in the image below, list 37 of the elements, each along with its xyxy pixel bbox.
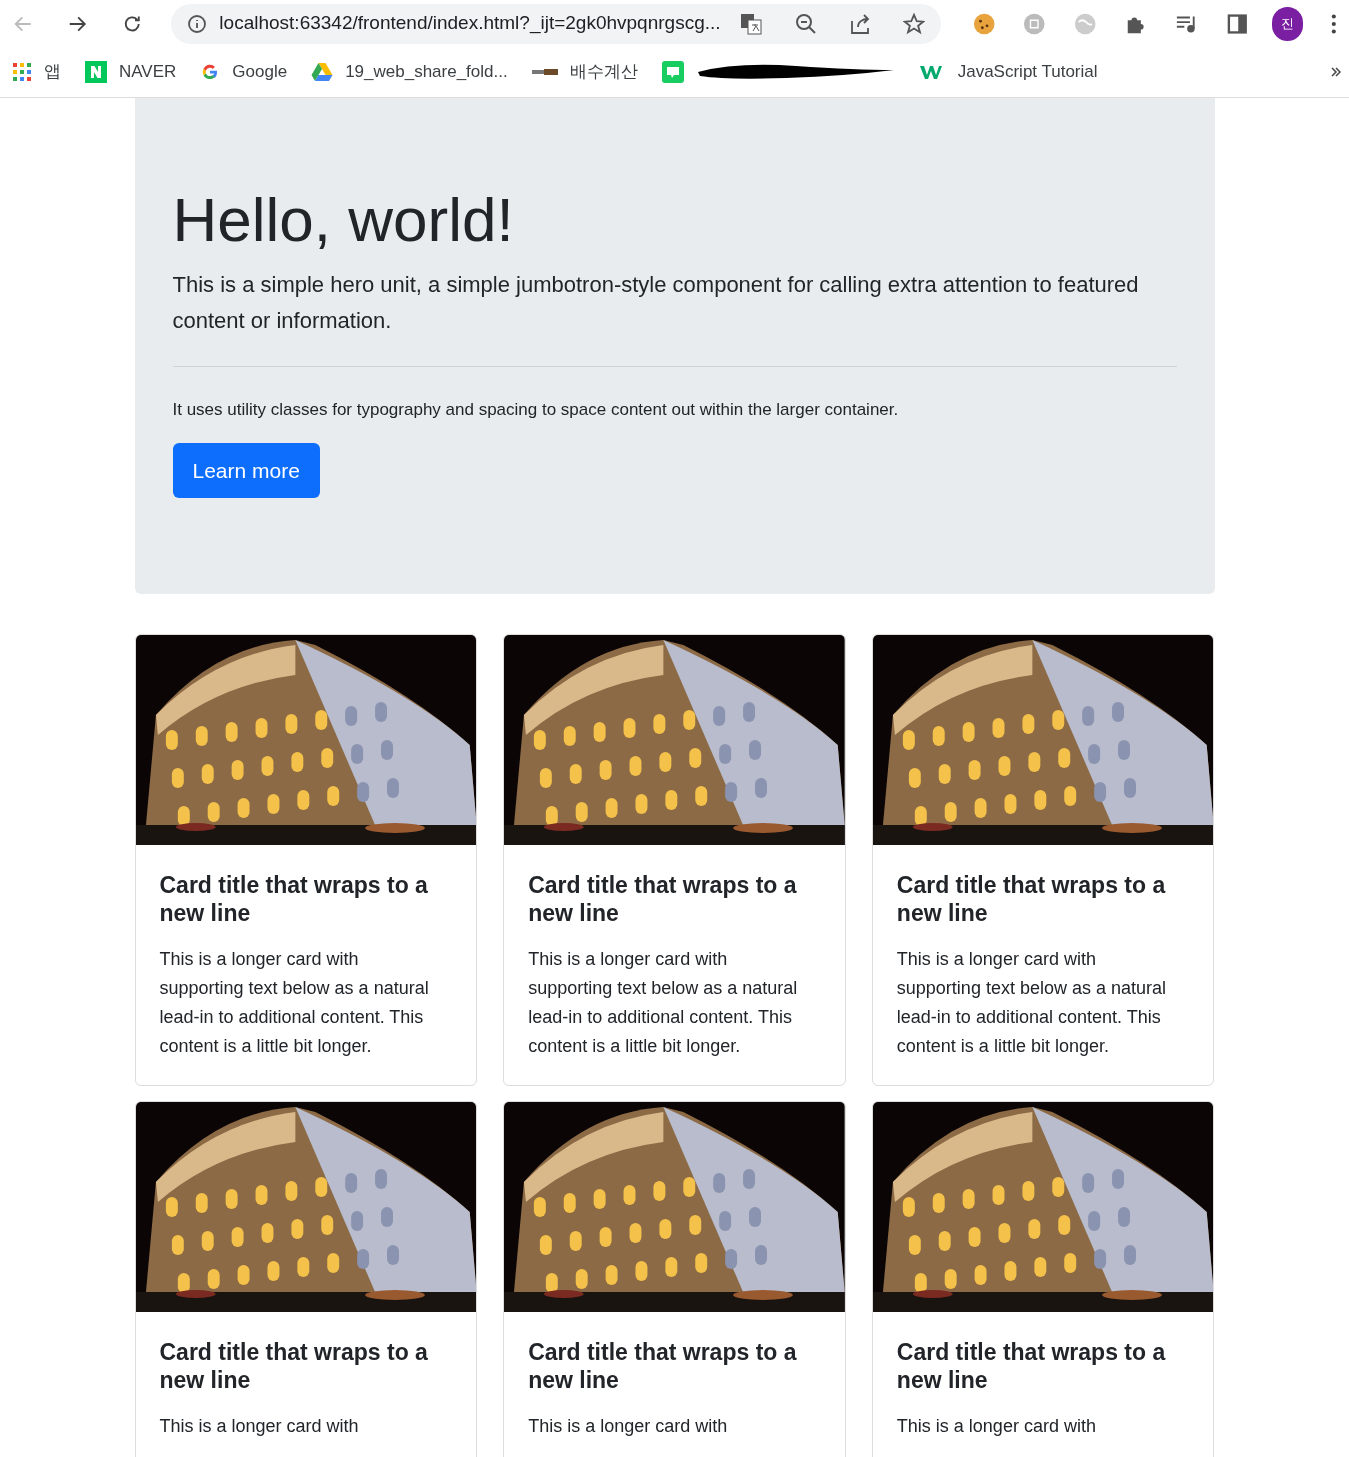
bookmark-link[interactable]: 배수계산 [569,59,638,85]
card-text: This is a longer card with [896,1415,1097,1439]
card-text: This is a longer card with supporting text below as a natural lead-in to additional content. This content is a little bit longer. [159,948,430,1059]
card-title: Card title that wraps to a new line [528,1338,798,1395]
hero-title: Hello, world! [172,184,514,256]
card-text: This is a longer card with [528,1415,729,1439]
bookmark-link[interactable]: JavaScript Tutorial [957,59,1098,85]
bookmark-link[interactable]: 19_web_share_fold... [345,59,508,85]
bookmark-link[interactable]: NAVER [119,59,177,85]
cookie-icon[interactable] [972,11,996,36]
triangle-logo-icon[interactable] [311,62,334,82]
hero-lead: This is a simple hero unit, a simple jumbotron-style component for calling extra attention to featured content or information. [172,271,1140,336]
apps-grid-icon[interactable] [12,62,32,82]
bookmark-link[interactable]: 앱 [44,59,61,85]
card-title: Card title that wraps to a new line [896,871,1167,928]
card-title: Card title that wraps to a new line [896,1338,1167,1395]
zoom-out-icon[interactable] [794,12,817,35]
learn-more-button[interactable]: Learn more [172,442,320,499]
address-bar[interactable]: localhost:63342/frontend/index.html?_ijt=2gk0hvpqnrgscg... [171,3,941,44]
info-icon[interactable] [187,13,208,34]
url-text: localhost:63342/frontend/index.html?_ijt=2gk0hvpqnrgscg... [219,11,722,36]
overflow-chevron-icon[interactable] [1331,66,1341,78]
site-logo-icon[interactable] [531,67,558,77]
hero-text: It uses utility classes for typography and spacing to space content out within the larger container. [172,399,899,422]
card-title: Card title that wraps to a new line [159,1338,429,1395]
more-menu-icon[interactable] [1331,12,1337,35]
card-text: This is a longer card with [159,1415,360,1439]
card-text: This is a longer card with supporting text below as a natural lead-in to additional content. This content is a little bit longer. [528,948,799,1059]
bookmark-link[interactable]: Google [232,59,288,85]
star-icon[interactable] [902,12,925,35]
side-panel-icon[interactable] [1226,12,1248,35]
profile-avatar[interactable]: 진 [1271,6,1304,41]
share-icon[interactable] [848,12,871,35]
card-text: This is a longer card with supporting text below as a natural lead-in to additional content. This content is a little bit longer. [896,948,1167,1059]
card-title: Card title that wraps to a new line [528,871,798,928]
card-title: Card title that wraps to a new line [159,871,429,928]
translate-icon[interactable] [738,11,763,36]
